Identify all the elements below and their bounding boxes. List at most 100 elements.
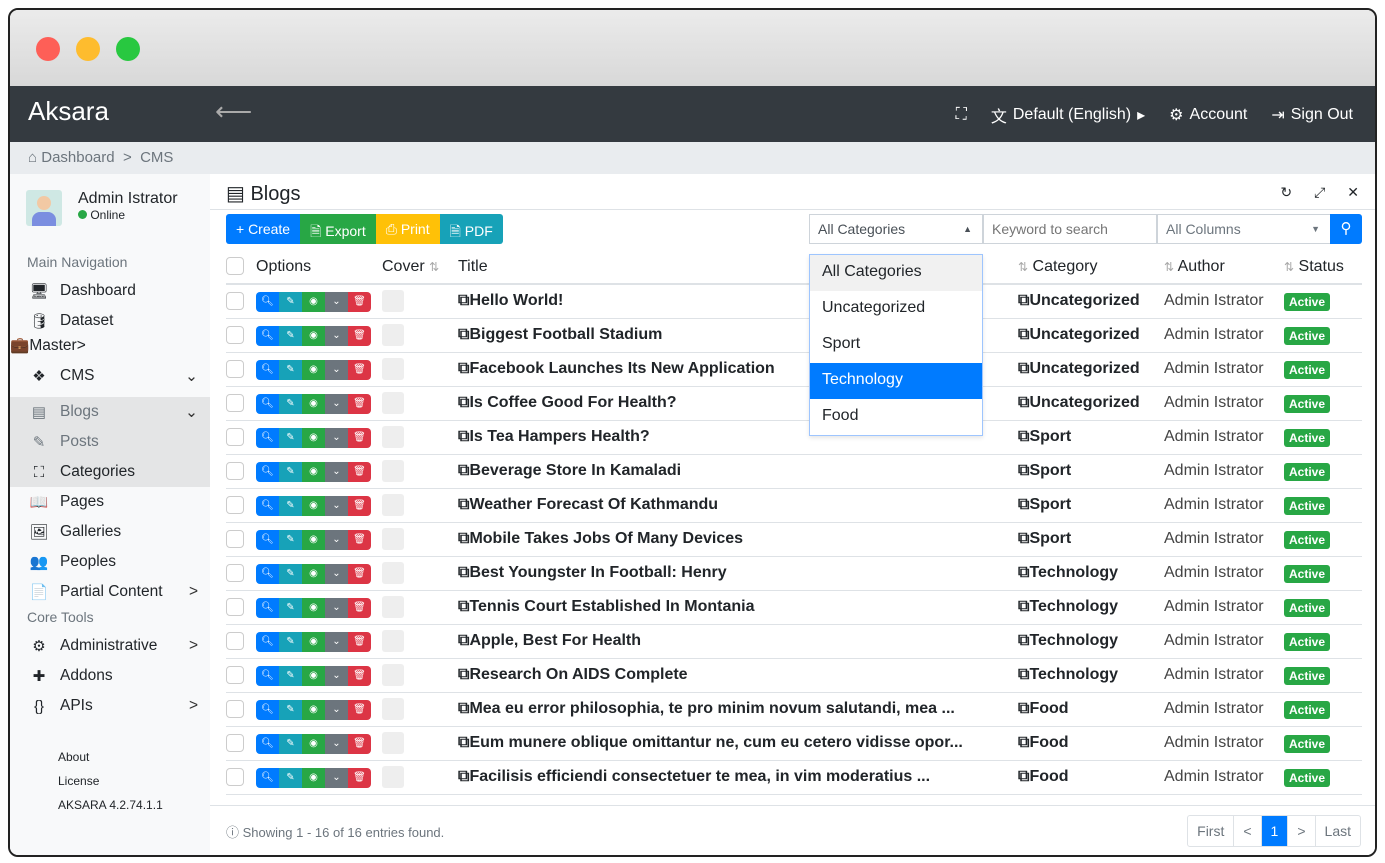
view-icon[interactable]: ◉ xyxy=(302,495,325,516)
row-checkbox[interactable] xyxy=(226,564,244,583)
brand-logo[interactable]: Aksara xyxy=(28,96,109,127)
title-link[interactable]: ⧉Tennis Court Established In Montania xyxy=(458,590,1018,625)
sidebar-item-master[interactable]: 💼Master> xyxy=(10,336,210,355)
edit-icon[interactable]: ✎ xyxy=(279,631,302,652)
category-link[interactable]: ⧉Sport xyxy=(1018,488,1164,523)
delete-icon[interactable]: 🗑︎ xyxy=(348,461,371,482)
delete-icon[interactable]: 🗑︎ xyxy=(348,665,371,686)
chevron-down-icon[interactable]: ⌄ xyxy=(325,563,348,584)
search-icon[interactable]: 🔍︎ xyxy=(256,767,279,788)
search-icon[interactable]: 🔍︎ xyxy=(256,563,279,584)
minimize-window-button[interactable] xyxy=(76,37,100,61)
delete-icon[interactable]: 🗑︎ xyxy=(348,767,371,788)
chevron-down-icon[interactable]: ⌄ xyxy=(325,733,348,754)
sidebar-item-galleries[interactable]: 🖼 Galleries xyxy=(10,517,210,547)
sidebar-item-pages[interactable]: 📖 Pages xyxy=(10,487,210,517)
dropdown-option-food[interactable]: Food xyxy=(810,399,982,435)
view-icon[interactable]: ◉ xyxy=(302,563,325,584)
chevron-down-icon[interactable]: ⌄ xyxy=(325,631,348,652)
view-icon[interactable]: ◉ xyxy=(302,733,325,754)
delete-icon[interactable]: 🗑︎ xyxy=(348,597,371,618)
row-checkbox[interactable] xyxy=(226,360,244,379)
edit-icon[interactable]: ✎ xyxy=(279,529,302,550)
fullscreen-icon[interactable]: ⛶ xyxy=(956,103,967,127)
row-checkbox[interactable] xyxy=(226,768,244,787)
title-link[interactable]: ⧉Best Youngster In Football: Henry xyxy=(458,556,1018,591)
row-checkbox[interactable] xyxy=(226,632,244,651)
export-button[interactable]: 🗎 Export xyxy=(300,214,376,244)
search-icon[interactable]: 🔍︎ xyxy=(256,461,279,482)
view-icon[interactable]: ◉ xyxy=(302,427,325,448)
view-icon[interactable]: ◉ xyxy=(302,699,325,720)
view-icon[interactable]: ◉ xyxy=(302,631,325,652)
view-icon[interactable]: ◉ xyxy=(302,461,325,482)
view-icon[interactable]: ◉ xyxy=(302,529,325,550)
chevron-down-icon[interactable]: ⌄ xyxy=(325,699,348,720)
category-link[interactable]: ⧉Technology xyxy=(1018,658,1164,693)
row-checkbox[interactable] xyxy=(226,734,244,753)
chevron-down-icon[interactable]: ⌄ xyxy=(325,427,348,448)
edit-icon[interactable]: ✎ xyxy=(279,733,302,754)
dropdown-option-uncategorized[interactable]: Uncategorized xyxy=(810,291,982,327)
search-button[interactable]: ⚲ xyxy=(1330,214,1362,244)
page-prev[interactable]: < xyxy=(1233,816,1260,846)
close-window-button[interactable] xyxy=(36,37,60,61)
delete-icon[interactable]: 🗑︎ xyxy=(348,631,371,652)
chevron-down-icon[interactable]: ⌄ xyxy=(325,529,348,550)
page-first[interactable]: First xyxy=(1188,816,1233,846)
search-input[interactable] xyxy=(983,214,1157,244)
category-link[interactable]: ⧉Food xyxy=(1018,760,1164,795)
row-checkbox[interactable] xyxy=(226,700,244,719)
category-link[interactable]: ⧉Food xyxy=(1018,692,1164,727)
search-icon[interactable]: 🔍︎ xyxy=(256,325,279,346)
search-icon[interactable]: 🔍︎ xyxy=(256,359,279,380)
edit-icon[interactable]: ✎ xyxy=(279,597,302,618)
chevron-down-icon[interactable]: ⌄ xyxy=(325,359,348,380)
sidebar-item-partial-content[interactable]: 📄 Partial Content > xyxy=(10,577,210,607)
sidebar-item-dataset[interactable]: 🛢 Dataset xyxy=(10,306,210,336)
sidebar-item-blogs[interactable]: ▤ Blogs ⌄ xyxy=(10,397,210,427)
chevron-down-icon[interactable]: ⌄ xyxy=(325,597,348,618)
sidebar-item-addons[interactable]: ✚ Addons xyxy=(10,661,210,691)
dropdown-option-technology[interactable]: Technology xyxy=(810,363,982,399)
category-link[interactable]: ⧉Food xyxy=(1018,726,1164,761)
page-1[interactable]: 1 xyxy=(1260,816,1288,846)
search-icon[interactable]: 🔍︎ xyxy=(256,631,279,652)
sign-out-link[interactable]: ⇥ Sign Out xyxy=(1271,103,1353,127)
search-icon[interactable]: 🔍︎ xyxy=(256,291,279,312)
row-checkbox[interactable] xyxy=(226,326,244,345)
license-link[interactable]: License xyxy=(58,769,210,793)
chevron-down-icon[interactable]: ⌄ xyxy=(325,461,348,482)
chevron-down-icon[interactable]: ⌄ xyxy=(325,665,348,686)
view-icon[interactable]: ◉ xyxy=(302,597,325,618)
edit-icon[interactable]: ✎ xyxy=(279,461,302,482)
edit-icon[interactable]: ✎ xyxy=(279,495,302,516)
view-icon[interactable]: ◉ xyxy=(302,359,325,380)
view-icon[interactable]: ◉ xyxy=(302,325,325,346)
sidebar-item-peoples[interactable]: 👥 Peoples xyxy=(10,547,210,577)
refresh-icon[interactable]: ↻ xyxy=(1280,184,1292,201)
header-category[interactable]: ⇅ Category xyxy=(1018,250,1164,285)
sidebar-item-apis[interactable]: {} APIs > xyxy=(10,691,210,721)
search-icon[interactable]: 🔍︎ xyxy=(256,393,279,414)
select-all-checkbox[interactable] xyxy=(226,257,244,276)
page-next[interactable]: > xyxy=(1287,816,1314,846)
category-link[interactable]: ⧉Technology xyxy=(1018,590,1164,625)
sidebar-item-dashboard[interactable]: 🖥 Dashboard xyxy=(10,276,210,306)
title-link[interactable]: ⧉Mobile Takes Jobs Of Many Devices xyxy=(458,522,1018,557)
search-icon[interactable]: 🔍︎ xyxy=(256,699,279,720)
delete-icon[interactable]: 🗑︎ xyxy=(348,325,371,346)
category-link[interactable]: ⧉Uncategorized xyxy=(1018,284,1164,319)
category-link[interactable]: ⧉Technology xyxy=(1018,624,1164,659)
edit-icon[interactable]: ✎ xyxy=(279,665,302,686)
category-link[interactable]: ⧉Uncategorized xyxy=(1018,318,1164,353)
search-icon[interactable]: 🔍︎ xyxy=(256,495,279,516)
delete-icon[interactable]: 🗑︎ xyxy=(348,733,371,754)
header-cover[interactable]: Cover ⇅ xyxy=(382,250,458,285)
edit-icon[interactable]: ✎ xyxy=(279,359,302,380)
chevron-down-icon[interactable]: ⌄ xyxy=(325,291,348,312)
row-checkbox[interactable] xyxy=(226,462,244,481)
row-checkbox[interactable] xyxy=(226,394,244,413)
title-link[interactable]: ⧉Facilisis efficiendi consectetuer te me… xyxy=(458,760,1018,795)
header-status[interactable]: ⇅ Status xyxy=(1284,250,1362,285)
